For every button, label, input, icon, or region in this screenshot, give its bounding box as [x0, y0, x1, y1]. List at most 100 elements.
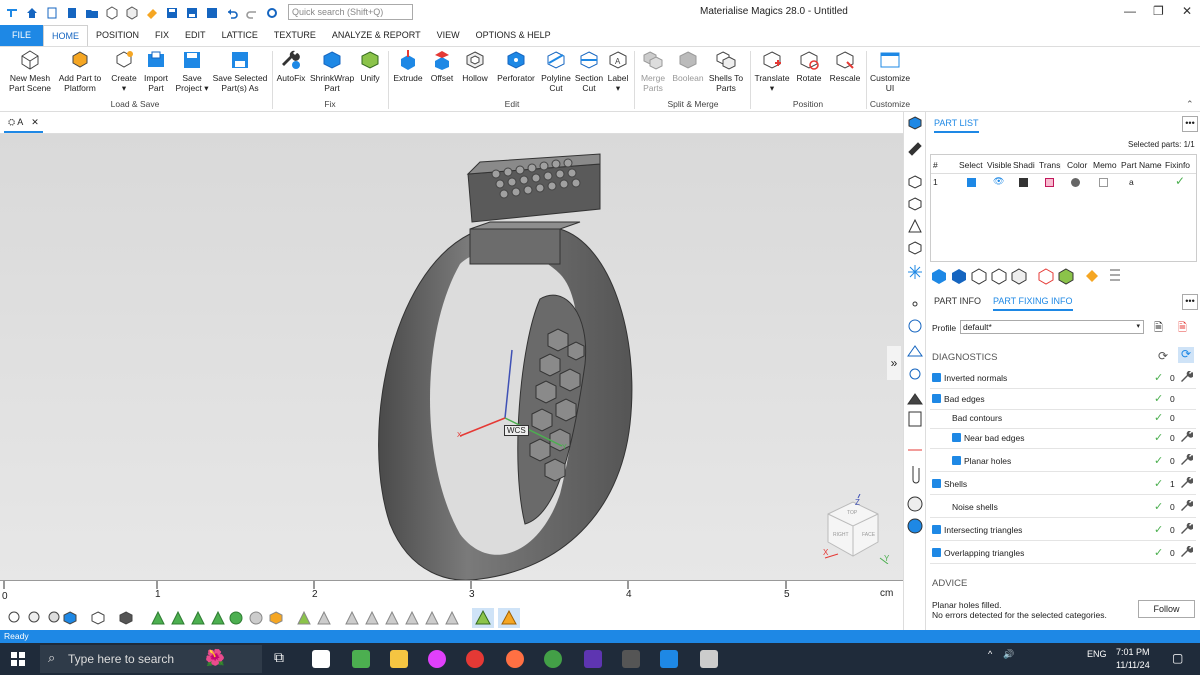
- quick-search-input[interactable]: Quick search (Shift+Q): [288, 4, 413, 20]
- clock-time[interactable]: 7:01 PM: [1116, 647, 1150, 657]
- table-row[interactable]: 1 👁 a ✓: [931, 174, 1196, 190]
- tray-chevron-icon[interactable]: ^: [988, 649, 992, 659]
- language-indicator[interactable]: ENG: [1087, 649, 1107, 659]
- part-fixing-info-tab[interactable]: PART FIXING INFO: [993, 296, 1073, 311]
- clock-date[interactable]: 11/11/24: [1116, 660, 1150, 670]
- fixing-info-more-button[interactable]: •••: [1182, 294, 1198, 310]
- add-part-to-platform-button[interactable]: Add Part to Platform: [56, 49, 104, 93]
- checkbox[interactable]: [952, 456, 961, 465]
- tab-file[interactable]: FILE: [0, 25, 44, 46]
- translate-button[interactable]: Translate ▾: [754, 49, 790, 93]
- part-info-tab[interactable]: PART INFO: [934, 296, 981, 306]
- rotate-button[interactable]: Rotate: [794, 49, 824, 83]
- app-icon-m[interactable]: [622, 650, 640, 668]
- checkbox[interactable]: [932, 394, 941, 403]
- right-tool-strip-icons[interactable]: [904, 112, 926, 552]
- app-icon-cube[interactable]: [700, 650, 718, 668]
- app-icon-drop[interactable]: [428, 650, 446, 668]
- shading-cube-icon[interactable]: [1019, 178, 1028, 187]
- create-button[interactable]: Create ▾: [108, 49, 140, 93]
- close-tab-icon[interactable]: ✕: [31, 117, 39, 127]
- delete-profile-icon[interactable]: 🗎: [1178, 319, 1187, 338]
- app-icon-1[interactable]: [312, 650, 330, 668]
- wrench-icon[interactable]: [1181, 371, 1193, 383]
- eraser-icon[interactable]: [144, 5, 160, 21]
- collapse-ribbon-icon[interactable]: ⌃: [1186, 99, 1194, 110]
- tab-fix[interactable]: FIX: [147, 25, 177, 46]
- app-icon-shield[interactable]: [584, 650, 602, 668]
- tab-analyze-report[interactable]: ANALYZE & REPORT: [324, 25, 429, 46]
- minimize-button[interactable]: —: [1124, 4, 1136, 18]
- notification-icon[interactable]: ▢: [1172, 651, 1183, 665]
- part-name[interactable]: a: [1129, 177, 1134, 187]
- tab-position[interactable]: POSITION: [88, 25, 147, 46]
- taskbar-search-input[interactable]: Type here to search: [40, 645, 262, 673]
- unify-button[interactable]: Unify: [356, 49, 384, 83]
- tab-edit[interactable]: EDIT: [177, 25, 214, 46]
- maximize-button[interactable]: ❐: [1153, 4, 1164, 18]
- 3d-viewport[interactable]: WCS X Y TOP RIGHT FACE X Y Z »: [0, 134, 903, 581]
- save-as-icon[interactable]: [184, 5, 200, 21]
- visible-eye-icon[interactable]: 👁: [993, 176, 1004, 187]
- part-list-toolbar[interactable]: [930, 267, 1160, 285]
- save-project-button[interactable]: Save Project ▾: [174, 49, 210, 93]
- offset-button[interactable]: Offset: [428, 49, 456, 83]
- checkbox[interactable]: [952, 433, 961, 442]
- edit-profile-icon[interactable]: 🗎: [1154, 319, 1163, 338]
- opera-icon[interactable]: [466, 650, 484, 668]
- shrinkwrap-part-button[interactable]: ShrinkWrap Part: [310, 49, 354, 93]
- part-list-tab[interactable]: PART LIST: [934, 118, 979, 133]
- shells-to-parts-button[interactable]: Shells To Parts: [706, 49, 746, 93]
- diagnostic-row[interactable]: Overlapping triangles ✓ 0: [930, 542, 1196, 564]
- tab-view[interactable]: VIEW: [429, 25, 468, 46]
- merge-parts-button[interactable]: Merge Parts: [638, 49, 668, 93]
- section-cut-button[interactable]: Section Cut: [574, 49, 604, 93]
- diagnostic-row[interactable]: Inverted normals ✓ 0: [930, 367, 1196, 389]
- extrude-button[interactable]: Extrude: [392, 49, 424, 83]
- firefox-icon[interactable]: [506, 650, 524, 668]
- wrench-icon[interactable]: [1181, 500, 1193, 512]
- label-button[interactable]: A Label ▾: [606, 49, 630, 93]
- open-folder-icon[interactable]: [84, 5, 100, 21]
- diagnostic-row[interactable]: Bad contours ✓ 0: [930, 407, 1196, 429]
- close-window-button[interactable]: ✕: [1182, 4, 1192, 18]
- volume-icon[interactable]: 🔊: [1003, 649, 1014, 660]
- part-list-more-button[interactable]: •••: [1182, 116, 1198, 132]
- checkbox[interactable]: [932, 525, 941, 534]
- undo-icon[interactable]: [224, 5, 240, 21]
- follow-button[interactable]: Follow: [1138, 600, 1195, 618]
- flowers-widget-icon[interactable]: 🌺: [205, 648, 225, 668]
- checkbox[interactable]: [932, 548, 941, 557]
- auto-update-icon[interactable]: ⟳: [1178, 347, 1194, 363]
- magics-taskbar-icon[interactable]: [660, 650, 678, 668]
- windows-start-icon[interactable]: [11, 652, 25, 666]
- customize-ui-button[interactable]: Customize UI: [870, 49, 910, 93]
- diagnostic-row[interactable]: Noise shells ✓ 0: [930, 496, 1196, 518]
- home-icon[interactable]: [24, 5, 40, 21]
- color-swatch[interactable]: [1071, 178, 1080, 187]
- transparency-cube-icon[interactable]: [1045, 178, 1054, 187]
- diagnostic-row[interactable]: Shells ✓ 1: [930, 473, 1196, 495]
- diagnostic-row[interactable]: Near bad edges ✓ 0: [930, 427, 1196, 449]
- tab-texture[interactable]: TEXTURE: [266, 25, 324, 46]
- hollow-button[interactable]: Hollow: [460, 49, 490, 83]
- autofix-button[interactable]: AutoFix: [276, 49, 306, 83]
- boolean-button[interactable]: Boolean: [672, 49, 704, 83]
- tab-lattice[interactable]: LATTICE: [214, 25, 266, 46]
- new-project-icon[interactable]: [64, 5, 80, 21]
- document-tab[interactable]: ⛭ A ✕: [4, 115, 43, 133]
- wrench-icon[interactable]: [1181, 477, 1193, 489]
- cube-outline-icon[interactable]: [124, 5, 140, 21]
- ring-model[interactable]: [0, 134, 903, 581]
- diagnostic-row[interactable]: Intersecting triangles ✓ 0: [930, 519, 1196, 541]
- checkbox[interactable]: [932, 373, 941, 382]
- checkbox[interactable]: [932, 479, 941, 488]
- file-explorer-icon[interactable]: [390, 650, 408, 668]
- save-all-icon[interactable]: [204, 5, 220, 21]
- save-selected-parts-button[interactable]: Save Selected Part(s) As: [212, 49, 268, 93]
- tab-home[interactable]: HOME: [43, 25, 89, 46]
- expand-panel-button[interactable]: »: [887, 346, 901, 380]
- select-checkbox[interactable]: [967, 178, 976, 187]
- wrench-icon[interactable]: [1181, 523, 1193, 535]
- import-part-button[interactable]: Import Part: [140, 49, 172, 93]
